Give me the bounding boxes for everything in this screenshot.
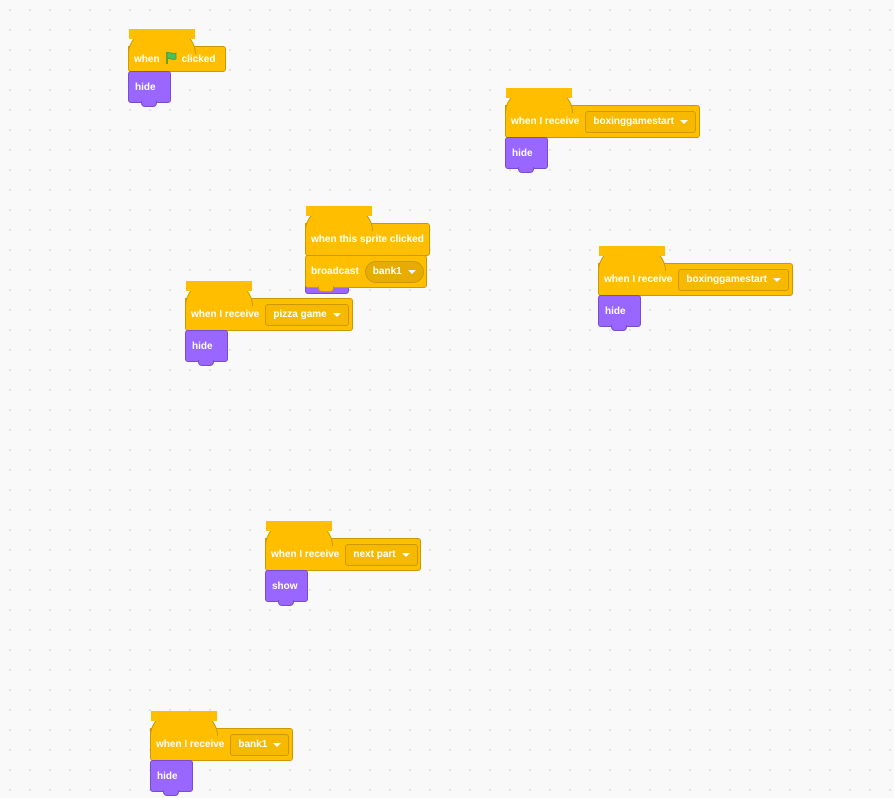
block-label: when this sprite clicked — [311, 234, 424, 245]
message-dropdown[interactable]: bank1 — [230, 733, 290, 756]
script-receive-bank1[interactable]: when I receive bank1 hide — [150, 711, 293, 796]
block-label: when I receive — [271, 549, 340, 560]
hide-block[interactable]: hide — [128, 71, 171, 107]
caret-down-icon — [407, 269, 416, 274]
block-notch — [163, 790, 179, 796]
when-i-receive-block[interactable]: when I receive bank1 — [150, 711, 293, 761]
broadcast-message-dropdown[interactable]: bank1 — [364, 260, 424, 283]
block-label: broadcast — [311, 266, 359, 277]
message-dropdown[interactable]: pizza game — [265, 303, 349, 326]
caret-down-icon — [772, 277, 781, 282]
block-label: hide — [605, 305, 626, 317]
hat-cap — [598, 246, 666, 271]
dropdown-value: boxinggamestart — [686, 274, 767, 285]
hide-block[interactable]: hide — [185, 330, 228, 366]
dropdown-value: pizza game — [273, 309, 327, 320]
show-block[interactable]: show — [265, 570, 308, 606]
block-notch — [141, 101, 157, 107]
hat-cap — [185, 281, 253, 306]
dropdown-value: bank1 — [372, 266, 402, 277]
dropdown-value: bank1 — [238, 739, 268, 750]
block-notch — [518, 167, 534, 173]
script-receive-boxinggamestart-2[interactable]: when I receive boxinggamestart hide — [598, 246, 793, 331]
block-label: when I receive — [191, 309, 260, 320]
message-dropdown[interactable]: next part — [345, 543, 418, 566]
block-label: hide — [192, 340, 213, 352]
message-dropdown[interactable]: boxinggamestart — [678, 268, 789, 291]
when-i-receive-block[interactable]: when I receive pizza game — [185, 281, 353, 331]
block-label: when I receive — [604, 274, 673, 285]
hat-cap — [505, 88, 573, 113]
hat-cap — [265, 521, 333, 546]
when-i-receive-block[interactable]: when I receive boxinggamestart — [598, 246, 793, 296]
hat-cap — [128, 29, 196, 54]
caret-down-icon — [332, 312, 341, 317]
script-green-flag[interactable]: when clicked hide — [128, 29, 226, 107]
script-receive-pizza-game[interactable]: when I receive pizza game hide — [185, 281, 353, 366]
hide-block[interactable]: hide — [505, 137, 548, 173]
hide-block[interactable]: hide — [598, 295, 641, 331]
when-i-receive-block[interactable]: when I receive boxinggamestart — [505, 88, 700, 138]
when-flag-clicked-block[interactable]: when clicked — [128, 29, 226, 72]
hat-cap — [305, 206, 373, 231]
caret-down-icon — [679, 119, 688, 124]
when-i-receive-block[interactable]: when I receive next part — [265, 521, 421, 571]
block-label: clicked — [181, 53, 216, 65]
script-receive-boxinggamestart[interactable]: when I receive boxinggamestart hide — [505, 88, 700, 173]
message-dropdown[interactable]: boxinggamestart — [585, 110, 696, 133]
block-notch — [198, 360, 214, 366]
dropdown-value: next part — [353, 549, 396, 560]
hat-cap — [150, 711, 218, 736]
block-label: show — [272, 580, 298, 592]
block-label: when I receive — [156, 739, 225, 750]
script-sprite-clicked[interactable]: when this sprite clicked broadcast bank1 — [305, 206, 430, 292]
block-label: hide — [157, 770, 178, 782]
block-label: hide — [135, 81, 156, 93]
block-notch — [611, 325, 627, 331]
when-this-sprite-clicked-block[interactable]: when this sprite clicked — [305, 206, 430, 256]
block-label: when — [134, 53, 160, 65]
block-label: when I receive — [511, 116, 580, 127]
script-receive-next-part[interactable]: when I receive next part show — [265, 521, 421, 606]
caret-down-icon — [401, 552, 410, 557]
green-flag-icon — [164, 51, 178, 68]
block-label: hide — [512, 147, 533, 159]
block-notch — [278, 600, 294, 606]
hide-block[interactable]: hide — [150, 760, 193, 796]
code-workspace[interactable]: { "scripts": [ { "hat": {"label_before":… — [0, 0, 894, 798]
dropdown-value: boxinggamestart — [593, 116, 674, 127]
caret-down-icon — [273, 742, 282, 747]
